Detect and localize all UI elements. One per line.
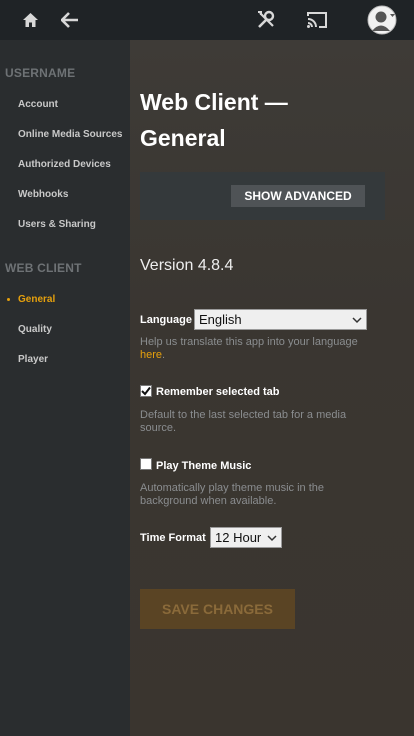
theme-music-checkbox[interactable] bbox=[140, 458, 152, 470]
sidebar-heading-username: USERNAME bbox=[5, 66, 76, 80]
save-changes-button[interactable]: SAVE CHANGES bbox=[140, 589, 295, 629]
version-text: Version 4.8.4 bbox=[140, 257, 234, 274]
back-arrow-icon bbox=[61, 12, 78, 28]
remember-tab-help-text: Default to the last selected tab for a m… bbox=[140, 409, 347, 434]
time-format-select[interactable]: 12 Hour bbox=[210, 527, 282, 548]
chevron-down-icon bbox=[267, 534, 277, 541]
language-select[interactable]: English bbox=[194, 309, 367, 330]
back-button[interactable] bbox=[58, 0, 82, 40]
remember-tab-checkbox[interactable] bbox=[140, 385, 152, 397]
active-indicator-dot bbox=[7, 298, 10, 301]
page-title: Web Client — General bbox=[140, 84, 360, 156]
sidebar-item-online-media-sources[interactable]: Online Media Sources bbox=[18, 129, 122, 140]
page-title-line2: General bbox=[140, 125, 226, 151]
theme-music-label[interactable]: Play Theme Music bbox=[156, 460, 251, 472]
translate-here-link[interactable]: here bbox=[140, 349, 162, 361]
time-format-select-value: 12 Hour bbox=[215, 530, 262, 545]
theme-music-help-text: Automatically play theme music in the ba… bbox=[140, 482, 325, 507]
home-button[interactable] bbox=[18, 0, 42, 40]
language-help-message: Help us translate this app into your lan… bbox=[140, 336, 358, 348]
settings-button[interactable] bbox=[254, 0, 278, 40]
user-avatar-icon bbox=[367, 5, 397, 35]
settings-sidebar bbox=[0, 40, 130, 736]
home-icon bbox=[22, 13, 38, 27]
cast-icon bbox=[307, 12, 327, 28]
top-navigation-bar bbox=[0, 0, 414, 40]
sidebar-item-users-sharing[interactable]: Users & Sharing bbox=[18, 219, 96, 230]
chevron-down-icon bbox=[352, 316, 362, 323]
sidebar-item-quality[interactable]: Quality bbox=[18, 324, 52, 335]
sidebar-heading-web-client: WEB CLIENT bbox=[5, 261, 82, 275]
checkmark-icon bbox=[141, 386, 151, 396]
remember-tab-label[interactable]: Remember selected tab bbox=[156, 386, 280, 398]
sidebar-item-general[interactable]: General bbox=[18, 294, 55, 305]
language-select-value: English bbox=[199, 312, 242, 327]
user-menu-button[interactable] bbox=[366, 0, 398, 40]
sidebar-item-account[interactable]: Account bbox=[18, 99, 58, 110]
language-help-suffix: . bbox=[162, 348, 166, 361]
language-label: Language bbox=[140, 314, 192, 326]
sidebar-item-player[interactable]: Player bbox=[18, 354, 48, 365]
language-help-text: Help us translate this app into your lan… bbox=[140, 336, 380, 361]
page-title-line1: Web Client — bbox=[140, 89, 288, 115]
show-advanced-button[interactable]: SHOW ADVANCED bbox=[231, 185, 365, 207]
time-format-label: Time Format bbox=[140, 532, 206, 544]
cast-button[interactable] bbox=[305, 0, 329, 40]
sidebar-item-authorized-devices[interactable]: Authorized Devices bbox=[18, 159, 111, 170]
wrench-screwdriver-icon bbox=[258, 10, 275, 28]
sidebar-item-webhooks[interactable]: Webhooks bbox=[18, 189, 68, 200]
